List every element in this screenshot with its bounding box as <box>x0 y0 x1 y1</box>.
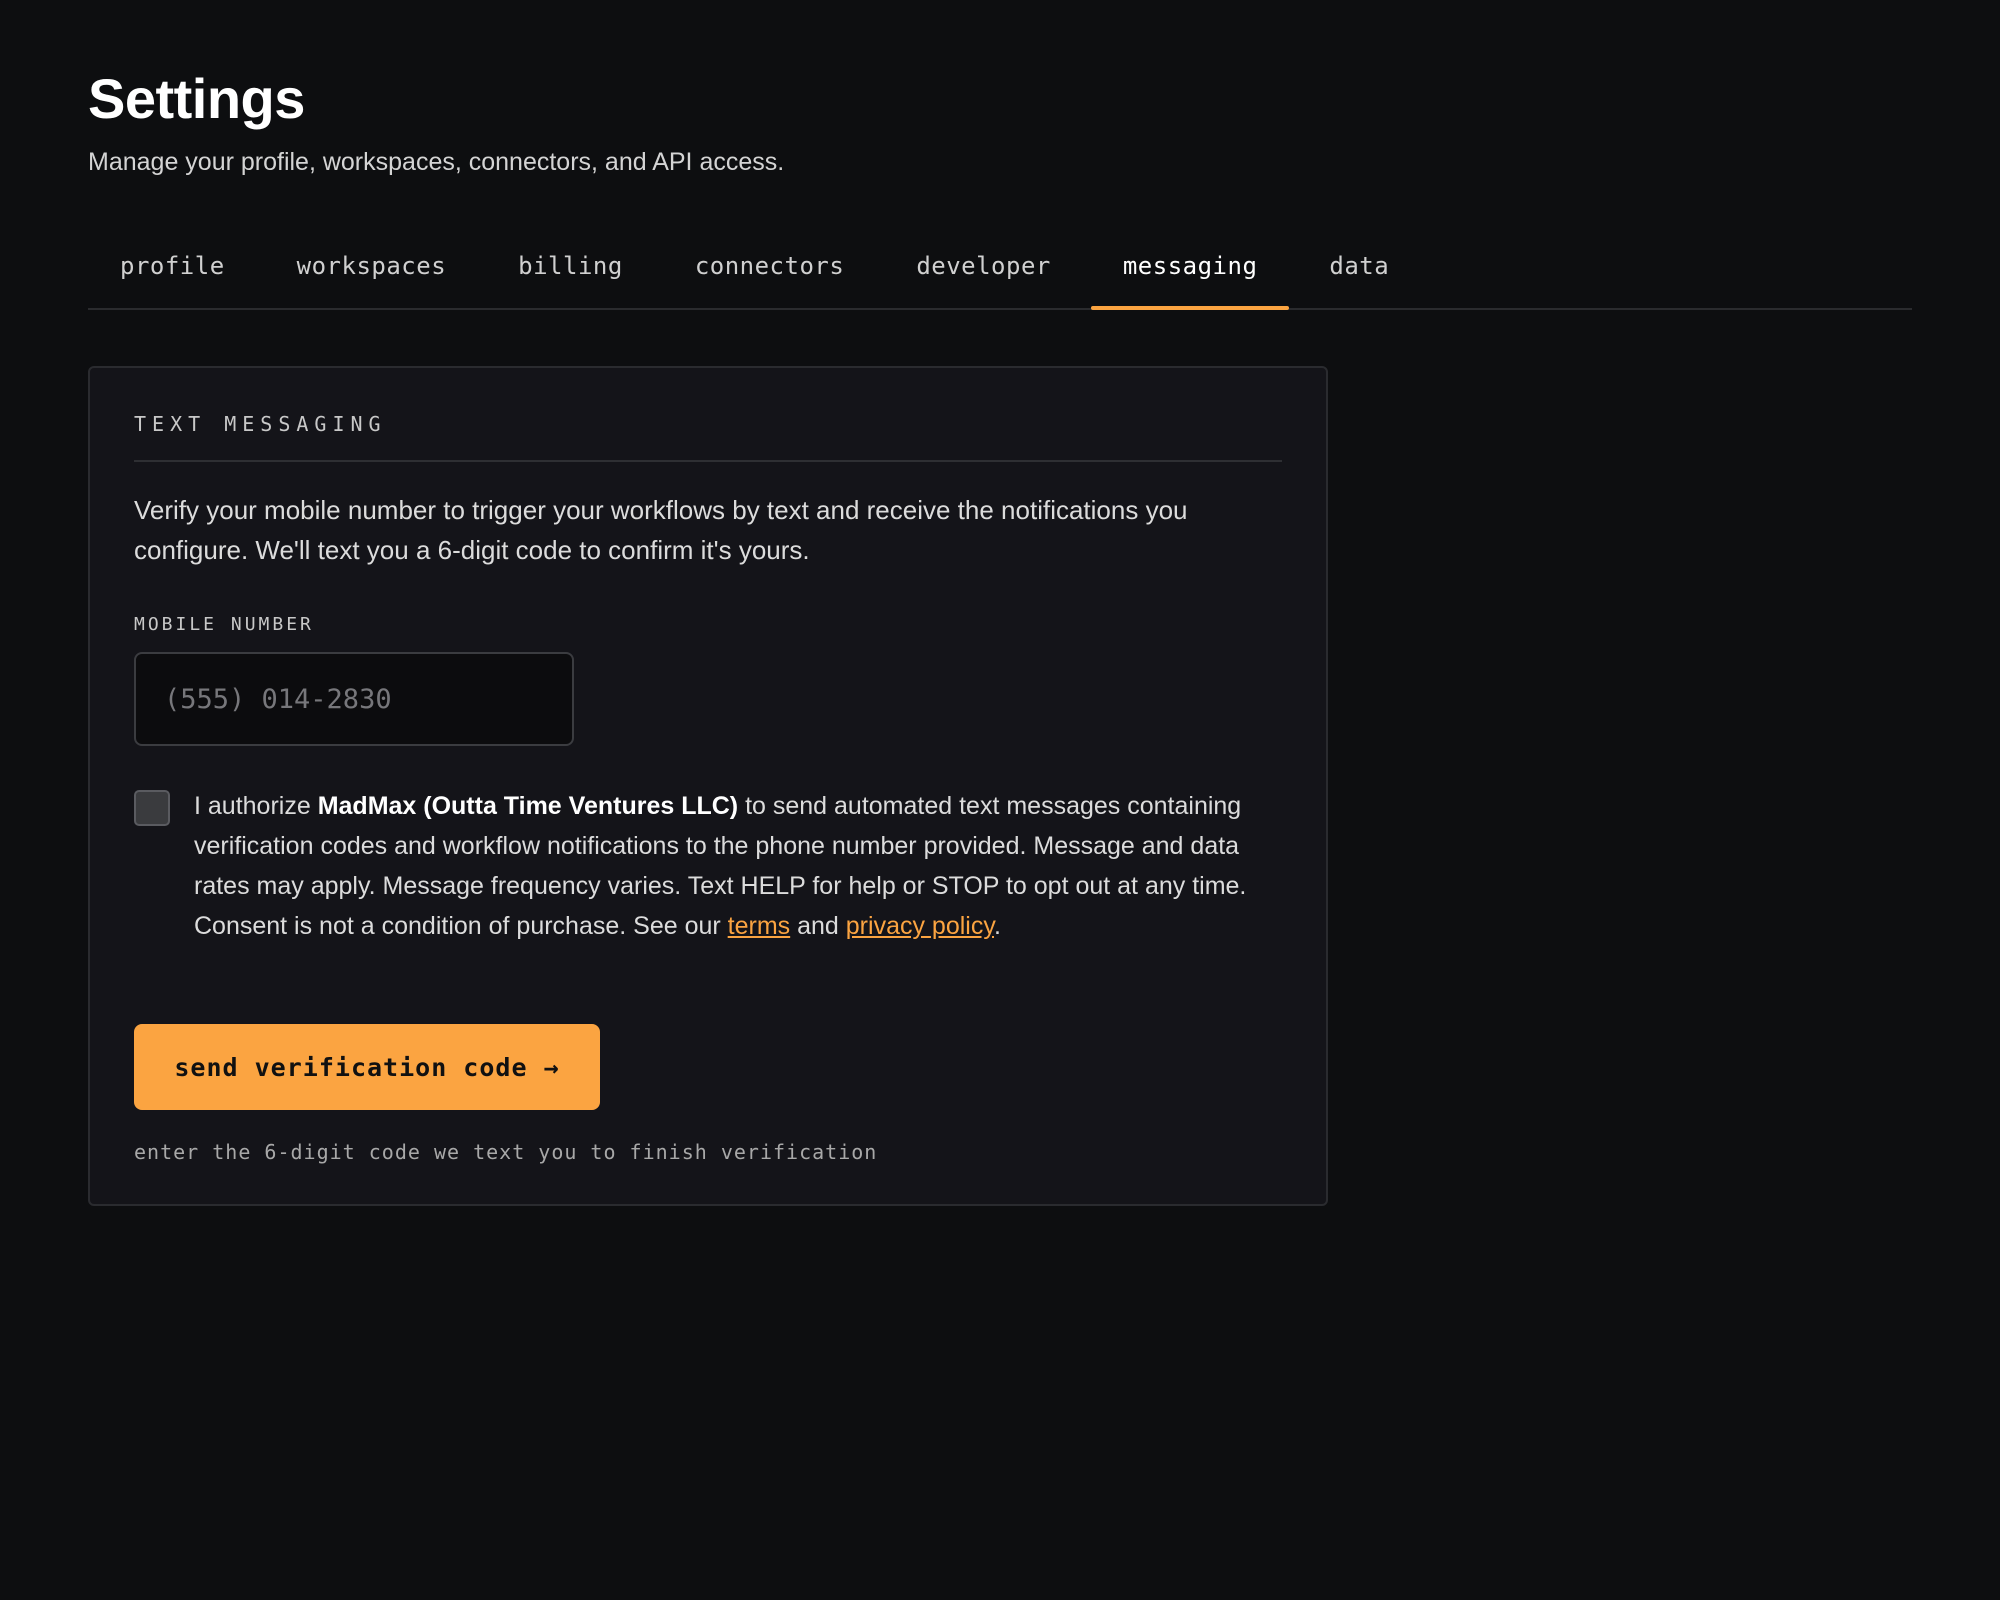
tab-workspaces[interactable]: workspaces <box>265 234 479 308</box>
page-title: Settings <box>88 67 305 130</box>
consent-checkbox[interactable] <box>134 790 170 826</box>
page-subtitle: Manage your profile, workspaces, connect… <box>88 148 785 176</box>
tab-profile[interactable]: profile <box>88 234 257 308</box>
consent-company-name: MadMax (Outta Time Ventures LLC) <box>317 792 739 820</box>
mobile-number-input[interactable] <box>134 652 574 746</box>
terms-link[interactable]: terms <box>728 912 791 940</box>
consent-text: I authorize MadMax (Outta Time Ventures … <box>194 786 1294 946</box>
tab-billing[interactable]: billing <box>486 234 655 308</box>
privacy-policy-link[interactable]: privacy policy <box>846 912 994 940</box>
consent-and: and <box>790 912 846 940</box>
section-divider <box>134 460 1282 462</box>
tab-messaging[interactable]: messaging <box>1090 234 1290 310</box>
consent-prefix: I authorize <box>194 792 318 820</box>
text-messaging-card: TEXT MESSAGING Verify your mobile number… <box>88 366 1328 1206</box>
consent-suffix: . <box>993 912 1001 940</box>
tab-data[interactable]: data <box>1297 234 1421 308</box>
tab-developer[interactable]: developer <box>884 234 1083 308</box>
messaging-description: Verify your mobile number to trigger you… <box>134 495 1188 565</box>
settings-tabs: profile workspaces billing connectors de… <box>88 234 1912 310</box>
section-heading: TEXT MESSAGING <box>134 412 387 436</box>
tab-connectors[interactable]: connectors <box>663 234 877 308</box>
mobile-number-label: MOBILE NUMBER <box>134 614 314 635</box>
send-verification-code-button[interactable]: send verification code → <box>134 1024 600 1110</box>
verification-helper-text: enter the 6-digit code we text you to fi… <box>134 1140 878 1164</box>
